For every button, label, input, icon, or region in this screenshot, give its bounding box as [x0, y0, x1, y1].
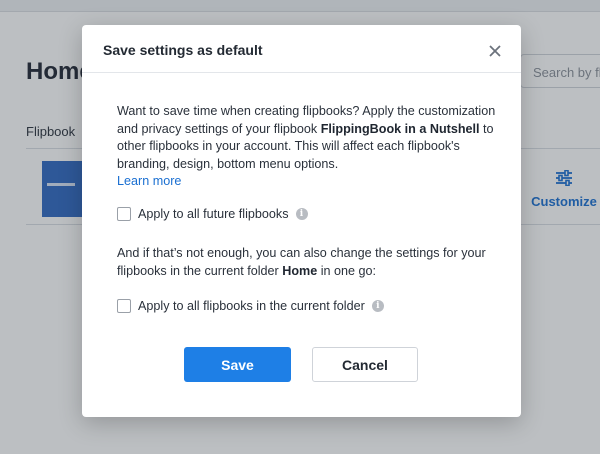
- folder-name: Home: [282, 263, 318, 278]
- learn-more-link[interactable]: Learn more: [117, 174, 181, 188]
- dialog-description: Want to save time when creating flipbook…: [117, 103, 497, 191]
- apply-folder-checkbox[interactable]: [117, 299, 131, 313]
- apply-future-checkbox[interactable]: [117, 207, 131, 221]
- save-settings-dialog: Save settings as default Want to save ti…: [82, 25, 521, 417]
- flipbook-name: FlippingBook in a Nutshell: [320, 121, 480, 136]
- info-icon[interactable]: i: [295, 208, 308, 220]
- close-button[interactable]: [482, 38, 508, 64]
- dialog-header: Save settings as default: [82, 25, 521, 73]
- apply-folder-option[interactable]: Apply to all flipbooks in the current fo…: [117, 299, 384, 313]
- intro-text: Want to save time when creating flipbook…: [117, 103, 497, 173]
- folder-tail: in one go:: [317, 263, 377, 278]
- save-button[interactable]: Save: [184, 347, 291, 382]
- dialog-title: Save settings as default: [103, 42, 263, 58]
- folder-text: And if that’s not enough, you can also c…: [117, 245, 497, 280]
- info-icon[interactable]: i: [371, 300, 384, 312]
- apply-folder-label: Apply to all flipbooks in the current fo…: [138, 299, 365, 313]
- apply-future-option[interactable]: Apply to all future flipbooks i: [117, 207, 308, 221]
- cancel-button[interactable]: Cancel: [312, 347, 418, 382]
- close-icon: [489, 45, 501, 57]
- apply-future-label: Apply to all future flipbooks: [138, 207, 289, 221]
